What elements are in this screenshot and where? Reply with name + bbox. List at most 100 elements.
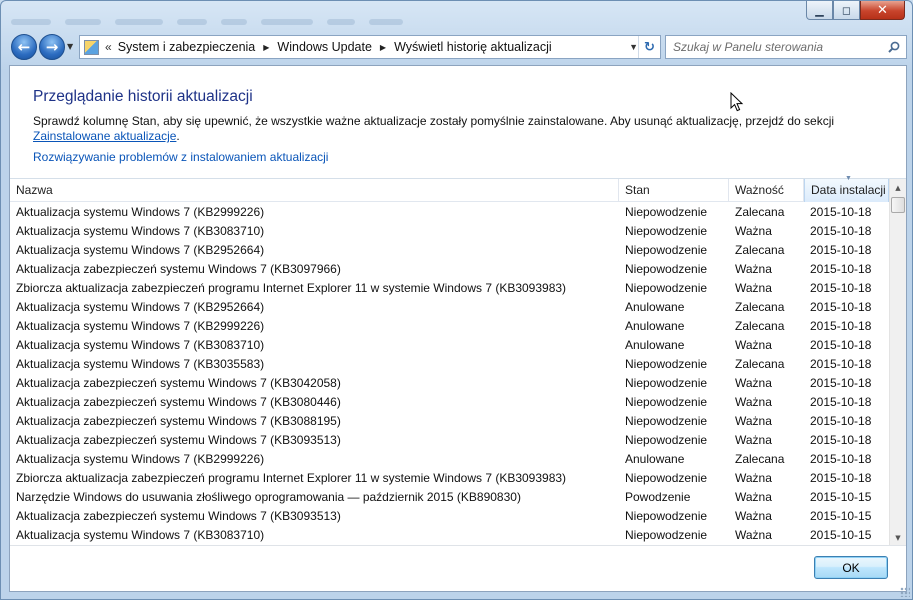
cell-status: Niepowodzenie bbox=[625, 376, 708, 390]
table-row[interactable]: Aktualizacja systemu Windows 7 (KB308371… bbox=[10, 336, 889, 355]
cell-importance: Ważna bbox=[735, 509, 772, 523]
background-window-menu bbox=[11, 15, 403, 29]
close-icon: ✕ bbox=[877, 2, 888, 18]
cell-date: 2015-10-15 bbox=[810, 528, 872, 542]
cell-name: Aktualizacja systemu Windows 7 (KB295266… bbox=[16, 300, 265, 314]
description-end: . bbox=[176, 129, 180, 143]
caption-buttons: ▁ ◻ ✕ bbox=[806, 1, 905, 20]
cell-importance: Zalecana bbox=[735, 319, 785, 333]
cell-status: Niepowodzenie bbox=[625, 433, 708, 447]
resize-grip[interactable] bbox=[900, 587, 910, 597]
cell-name: Aktualizacja zabezpieczeń systemu Window… bbox=[16, 509, 341, 523]
table-row[interactable]: Aktualizacja systemu Windows 7 (KB299922… bbox=[10, 317, 889, 336]
scrollbar-thumb[interactable] bbox=[891, 197, 905, 213]
ok-button[interactable]: OK bbox=[814, 556, 888, 579]
cell-name: Aktualizacja zabezpieczeń systemu Window… bbox=[16, 414, 341, 428]
cell-date: 2015-10-18 bbox=[810, 376, 872, 390]
cell-name: Aktualizacja systemu Windows 7 (KB308371… bbox=[16, 338, 265, 352]
recent-pages-dropdown[interactable]: ▼ bbox=[67, 42, 73, 51]
installed-updates-link[interactable]: Zainstalowane aktualizacje bbox=[33, 129, 176, 143]
refresh-button[interactable]: ↻ bbox=[638, 36, 660, 58]
hidden-crumbs-chevron[interactable]: « bbox=[105, 40, 112, 54]
cell-date: 2015-10-15 bbox=[810, 490, 872, 504]
column-header-status[interactable]: Stan bbox=[619, 179, 729, 202]
table-row[interactable]: Aktualizacja systemu Windows 7 (KB299922… bbox=[10, 203, 889, 222]
column-header-name[interactable]: Nazwa bbox=[10, 179, 619, 202]
table-body: Aktualizacja systemu Windows 7 (KB299922… bbox=[10, 203, 889, 546]
table-row[interactable]: Aktualizacja zabezpieczeń systemu Window… bbox=[10, 412, 889, 431]
cell-importance: Zalecana bbox=[735, 243, 785, 257]
scroll-up-icon[interactable]: ▲ bbox=[890, 179, 906, 196]
cell-importance: Ważna bbox=[735, 433, 772, 447]
content-pane: Przeglądanie historii aktualizacji Spraw… bbox=[9, 65, 907, 592]
minimize-icon: ▁ bbox=[815, 3, 824, 17]
refresh-icon: ↻ bbox=[644, 39, 655, 54]
search-icon[interactable] bbox=[888, 41, 900, 53]
table-row[interactable]: Aktualizacja systemu Windows 7 (KB295266… bbox=[10, 298, 889, 317]
cell-date: 2015-10-18 bbox=[810, 281, 872, 295]
table-row[interactable]: Zbiorcza aktualizacja zabezpieczeń progr… bbox=[10, 279, 889, 298]
cell-name: Aktualizacja systemu Windows 7 (KB308371… bbox=[16, 224, 265, 238]
crumb-windows-update[interactable]: Windows Update bbox=[277, 40, 372, 54]
cell-name: Aktualizacja systemu Windows 7 (KB299922… bbox=[16, 452, 265, 466]
crumb-separator-icon[interactable]: ▶ bbox=[263, 43, 269, 52]
cell-status: Powodzenie bbox=[625, 490, 691, 504]
cell-status: Anulowane bbox=[625, 319, 685, 333]
cell-date: 2015-10-18 bbox=[810, 262, 872, 276]
control-panel-icon bbox=[84, 39, 99, 55]
forward-arrow-icon: → bbox=[45, 38, 59, 56]
search-input[interactable] bbox=[673, 40, 878, 54]
column-header-date[interactable]: ▼ Data instalacji bbox=[804, 175, 889, 202]
table-row[interactable]: Aktualizacja systemu Windows 7 (KB295266… bbox=[10, 241, 889, 260]
table-row[interactable]: Aktualizacja systemu Windows 7 (KB303558… bbox=[10, 355, 889, 374]
table-row[interactable]: Aktualizacja systemu Windows 7 (KB299922… bbox=[10, 450, 889, 469]
table-row[interactable]: Zbiorcza aktualizacja zabezpieczeń progr… bbox=[10, 469, 889, 488]
cell-date: 2015-10-18 bbox=[810, 319, 872, 333]
table-row[interactable]: Aktualizacja zabezpieczeń systemu Window… bbox=[10, 393, 889, 412]
close-button[interactable]: ✕ bbox=[860, 1, 905, 20]
crumb-separator-icon[interactable]: ▶ bbox=[380, 43, 386, 52]
troubleshoot-link[interactable]: Rozwiązywanie problemów z instalowaniem … bbox=[33, 150, 328, 164]
cell-date: 2015-10-18 bbox=[810, 300, 872, 314]
table-row[interactable]: Aktualizacja zabezpieczeń systemu Window… bbox=[10, 431, 889, 450]
cell-status: Niepowodzenie bbox=[625, 509, 708, 523]
table-row[interactable]: Aktualizacja zabezpieczeń systemu Window… bbox=[10, 374, 889, 393]
cell-name: Aktualizacja systemu Windows 7 (KB295266… bbox=[16, 243, 265, 257]
table-row[interactable]: Aktualizacja systemu Windows 7 (KB308371… bbox=[10, 526, 889, 545]
cell-date: 2015-10-18 bbox=[810, 433, 872, 447]
cell-importance: Zalecana bbox=[735, 452, 785, 466]
vertical-scrollbar[interactable]: ▲ ▼ bbox=[889, 179, 906, 546]
cell-status: Niepowodzenie bbox=[625, 395, 708, 409]
table-row[interactable]: Aktualizacja systemu Windows 7 (KB308371… bbox=[10, 222, 889, 241]
table-header: Nazwa Stan Ważność ▼ Data instalacji bbox=[10, 175, 889, 202]
table-row[interactable]: Aktualizacja zabezpieczeń systemu Window… bbox=[10, 507, 889, 526]
cell-status: Niepowodzenie bbox=[625, 471, 708, 485]
search-box[interactable] bbox=[665, 35, 907, 59]
maximize-button[interactable]: ◻ bbox=[833, 1, 860, 20]
minimize-button[interactable]: ▁ bbox=[806, 1, 833, 20]
table-row[interactable]: Aktualizacja zabezpieczeń systemu Window… bbox=[10, 260, 889, 279]
window-frame: ▁ ◻ ✕ ← → ▼ « System i zabezpieczenia ▶ … bbox=[0, 0, 913, 600]
sort-descending-icon: ▼ bbox=[845, 175, 852, 182]
table-row[interactable]: Narzędzie Windows do usuwania złośliwego… bbox=[10, 488, 889, 507]
cell-date: 2015-10-18 bbox=[810, 452, 872, 466]
cell-status: Niepowodzenie bbox=[625, 281, 708, 295]
column-header-importance[interactable]: Ważność bbox=[729, 179, 804, 202]
address-dropdown-icon[interactable]: ▼ bbox=[629, 42, 638, 52]
page-description: Sprawdź kolumnę Stan, aby się upewnić, ż… bbox=[33, 114, 899, 144]
cell-name: Aktualizacja systemu Windows 7 (KB299922… bbox=[16, 205, 265, 219]
forward-button[interactable]: → bbox=[39, 34, 65, 60]
back-button[interactable]: ← bbox=[11, 34, 37, 60]
cell-name: Aktualizacja zabezpieczeń systemu Window… bbox=[16, 433, 341, 447]
description-text: Sprawdź kolumnę Stan, aby się upewnić, ż… bbox=[33, 114, 835, 128]
crumb-system-security[interactable]: System i zabezpieczenia bbox=[118, 40, 256, 54]
cell-status: Anulowane bbox=[625, 452, 685, 466]
cell-date: 2015-10-18 bbox=[810, 224, 872, 238]
cell-date: 2015-10-18 bbox=[810, 471, 872, 485]
cell-status: Niepowodzenie bbox=[625, 205, 708, 219]
crumb-update-history[interactable]: Wyświetl historię aktualizacji bbox=[394, 40, 552, 54]
address-bar[interactable]: « System i zabezpieczenia ▶ Windows Upda… bbox=[79, 35, 661, 59]
maximize-icon: ◻ bbox=[841, 3, 852, 17]
scroll-down-icon[interactable]: ▼ bbox=[890, 529, 906, 546]
back-arrow-icon: ← bbox=[17, 38, 31, 56]
